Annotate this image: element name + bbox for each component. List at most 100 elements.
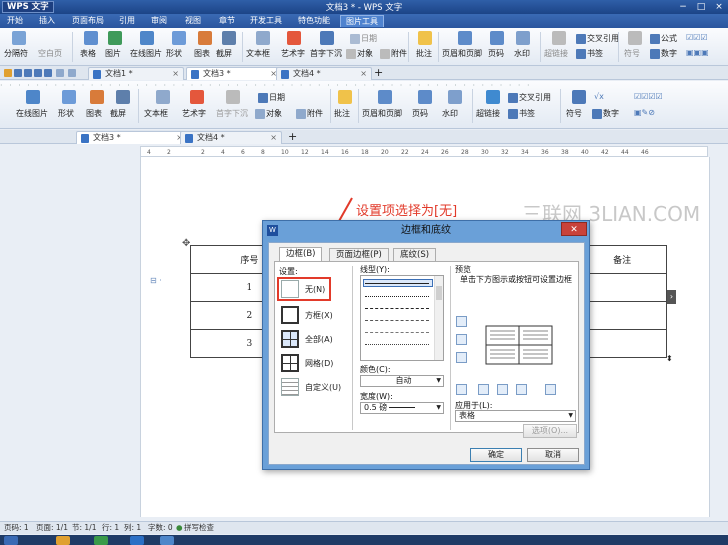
textbox-button[interactable]: 文本框 (144, 108, 168, 119)
online-picture-button[interactable]: 在线图片 (16, 108, 48, 119)
border-inside-v-button[interactable] (497, 384, 508, 395)
date-button[interactable]: 日期 (258, 92, 285, 103)
drop-cap-button[interactable]: 首字下沉 (310, 48, 342, 59)
tab-picture-tools[interactable]: 图片工具 (340, 15, 384, 27)
symbol-button[interactable]: 符号 (624, 48, 640, 59)
watermark-button[interactable]: 水印 (442, 108, 458, 119)
folder-icon[interactable] (4, 69, 12, 77)
cancel-button[interactable]: 取消 (527, 448, 579, 462)
shape-button[interactable]: 形状 (166, 48, 182, 59)
side-panel-toggle[interactable]: › (667, 290, 676, 304)
scroll-thumb[interactable] (436, 286, 442, 300)
border-left-button[interactable] (478, 384, 489, 395)
tab-document-3[interactable]: 文档3 *× (76, 131, 188, 144)
bookmark-button[interactable]: 书签 (576, 48, 603, 59)
line-style-dash-dot-dot[interactable] (365, 344, 429, 345)
dialog-close-button[interactable]: ✕ (561, 222, 587, 236)
tab-document-1[interactable]: 文档1 * × (88, 67, 184, 80)
ok-button[interactable]: 确定 (470, 448, 522, 462)
attachment-button[interactable]: 附件 (380, 48, 407, 59)
tab-references[interactable]: 引用 (114, 15, 140, 27)
line-style-scrollbar[interactable] (434, 276, 443, 360)
tab-document-4[interactable]: 文档4 * × (276, 67, 372, 80)
diagonal-up-button[interactable] (456, 384, 467, 395)
object-button[interactable]: 对象 (255, 108, 282, 119)
page-number-button[interactable]: 页码 (412, 108, 428, 119)
cross-ref-button[interactable]: 交叉引用 (508, 92, 551, 103)
close-tab-icon[interactable]: × (270, 132, 277, 144)
cross-ref-button[interactable]: 交叉引用 (576, 33, 619, 44)
spell-check-button[interactable]: 拼写检查 (184, 522, 214, 534)
page-break-button[interactable]: 分隔符 (4, 48, 28, 59)
setting-box[interactable]: 方框(X) (279, 305, 345, 325)
wordart-button[interactable]: 艺术字 (182, 108, 206, 119)
maximize-button[interactable]: □ (692, 0, 710, 14)
comment-button[interactable]: 批注 (334, 108, 350, 119)
number-button[interactable]: 数字 (592, 108, 619, 119)
preview-icon[interactable] (34, 69, 42, 77)
explorer-taskbar-icon[interactable] (56, 536, 70, 545)
formula-button[interactable]: 公式 (650, 33, 677, 44)
object-button[interactable]: 对象 (346, 48, 373, 59)
drop-cap-button[interactable]: 首字下沉 (216, 108, 248, 119)
table-cell[interactable] (577, 273, 667, 302)
tab-start[interactable]: 开始 (2, 15, 28, 27)
setting-grid[interactable]: 网格(D) (279, 353, 345, 373)
line-style-dotted[interactable] (365, 296, 429, 297)
border-bottom-button[interactable] (456, 352, 467, 363)
tab-page-layout[interactable]: 页面布局 (68, 15, 108, 27)
table-cell[interactable] (577, 329, 667, 358)
apply-to-select[interactable]: 表格 ▼ (455, 410, 576, 422)
close-button[interactable]: × (710, 0, 728, 14)
border-top-button[interactable] (456, 316, 467, 327)
border-inside-h-button[interactable] (456, 334, 467, 345)
tab-page-border[interactable]: 页面边框(P) (329, 248, 389, 261)
date-button[interactable]: 日期 (350, 33, 377, 44)
new-tab-button[interactable]: + (374, 66, 383, 79)
comment-button[interactable]: 批注 (416, 48, 432, 59)
hyperlink-button[interactable]: 超链接 (544, 48, 568, 59)
setting-custom[interactable]: 自定义(U) (279, 377, 345, 397)
start-icon[interactable] (4, 536, 18, 545)
tab-special[interactable]: 特色功能 (294, 15, 334, 27)
form-controls[interactable]: ▣▣▣ (686, 48, 709, 57)
minimize-button[interactable]: − (674, 0, 692, 14)
undo-icon[interactable] (56, 69, 64, 77)
color-select[interactable]: 自动 ▼ (360, 375, 444, 387)
hyperlink-button[interactable]: 超链接 (476, 108, 500, 119)
save-icon[interactable] (14, 69, 22, 77)
form-controls[interactable]: ▣✎⊘ (634, 108, 655, 117)
table-cell[interactable]: 备注 (577, 245, 667, 274)
table-resize-handle-icon[interactable]: ⬍ (666, 354, 673, 363)
formula-icon[interactable]: √x (594, 92, 604, 101)
online-picture-button[interactable]: 在线图片 (130, 48, 162, 59)
horizontal-ruler[interactable]: 4 2 2 4 6 8 10 12 14 16 18 20 22 24 26 2… (140, 146, 708, 157)
tab-document-4[interactable]: 文档4 * × (180, 131, 282, 144)
shape-button[interactable]: 形状 (58, 108, 74, 119)
new-tab-button[interactable]: + (288, 130, 297, 143)
line-style-dash-dot[interactable] (365, 332, 429, 333)
tab-document-3[interactable]: 文档3 *× (186, 67, 282, 80)
border-preview[interactable] (485, 325, 553, 365)
table-cell[interactable] (577, 301, 667, 330)
tab-review[interactable]: 审阅 (146, 15, 172, 27)
picture-button[interactable]: 图片 (105, 48, 121, 59)
bookmark-button[interactable]: 书签 (508, 108, 535, 119)
tab-shading[interactable]: 底纹(S) (393, 248, 437, 261)
line-style-solid[interactable] (365, 283, 429, 284)
table-button[interactable]: 表格 (80, 48, 96, 59)
format-painter-icon[interactable] (44, 69, 52, 77)
line-style-dashed[interactable] (365, 308, 429, 309)
number-button[interactable]: 数字 (650, 48, 677, 59)
print-icon[interactable] (24, 69, 32, 77)
border-right-button[interactable] (516, 384, 527, 395)
browser-taskbar-icon[interactable] (94, 536, 108, 545)
page-number-button[interactable]: 页码 (488, 48, 504, 59)
header-footer-button[interactable]: 页眉和页脚 (442, 48, 482, 59)
close-tab-icon[interactable]: × (172, 68, 179, 80)
redo-icon[interactable] (68, 69, 76, 77)
options-button[interactable]: 选项(O)... (523, 424, 577, 438)
app-taskbar-icon[interactable] (130, 536, 144, 545)
width-select[interactable]: 0.5 磅 ▼ (360, 402, 444, 414)
watermark-button[interactable]: 水印 (514, 48, 530, 59)
